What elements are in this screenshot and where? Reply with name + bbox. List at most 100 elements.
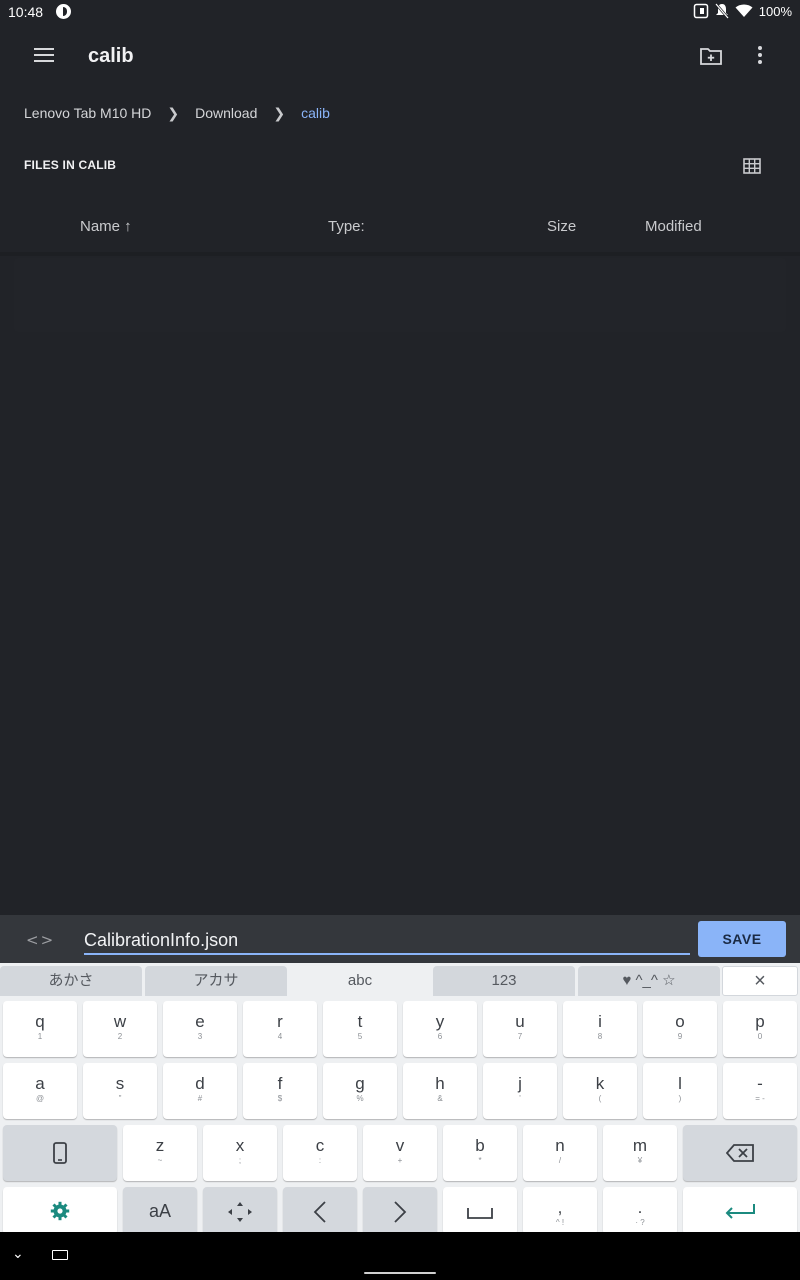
key-a[interactable]: a @ [3, 1063, 77, 1119]
key-sublabel: ) [678, 1094, 682, 1103]
case-toggle-label: aA [148, 1201, 172, 1221]
key-r[interactable]: r4 [243, 1001, 317, 1057]
key-label: g [355, 1074, 365, 1093]
column-type[interactable]: Type: [328, 218, 365, 235]
key-label: n [555, 1136, 565, 1155]
system-nav-bar: ⌄ [0, 1232, 800, 1280]
key-t[interactable]: t5 [323, 1001, 397, 1057]
column-modified[interactable]: Modified [645, 218, 702, 235]
key-sublabel: / [558, 1156, 562, 1165]
key-label: s [115, 1074, 125, 1093]
key-c[interactable]: c: [283, 1125, 357, 1181]
key-i[interactable]: i8 [563, 1001, 637, 1057]
tab-abc[interactable]: abc [290, 966, 430, 996]
breadcrumb-item-download[interactable]: Download [195, 105, 257, 121]
save-button[interactable]: SAVE [698, 921, 786, 957]
space-key-icon[interactable] [443, 1187, 517, 1235]
key-y[interactable]: y6 [403, 1001, 477, 1057]
column-name[interactable]: Name ↑ [80, 218, 132, 235]
enter-key-icon[interactable] [683, 1187, 797, 1235]
tab-numbers[interactable]: 123 [433, 966, 575, 996]
menu-icon[interactable] [34, 48, 54, 62]
key-label: i [598, 1012, 602, 1031]
key-x[interactable]: x; [203, 1125, 277, 1181]
key-l[interactable]: l) [643, 1063, 717, 1119]
key-s[interactable]: s " [83, 1063, 157, 1119]
tab-hiragana[interactable]: あかさ [0, 966, 142, 996]
period-key[interactable]: . · ? [603, 1187, 677, 1235]
column-size[interactable]: Size [547, 218, 576, 235]
key-e[interactable]: e3 [163, 1001, 237, 1057]
tab-symbols[interactable]: ♥ ^_^ ☆ [578, 966, 720, 996]
key-sublabel: 1 [37, 1032, 43, 1041]
key-label: j [518, 1074, 522, 1093]
case-toggle-key[interactable]: aA [123, 1187, 197, 1235]
key-label: t [357, 1012, 363, 1031]
key-v[interactable]: v + [363, 1125, 437, 1181]
key-h[interactable]: h & [403, 1063, 477, 1119]
key-b[interactable]: b * [443, 1125, 517, 1181]
key-o[interactable]: o9 [643, 1001, 717, 1057]
keyboard-switch-icon[interactable] [52, 1250, 68, 1260]
key-label: h [435, 1074, 445, 1093]
comma-key-label: , [557, 1198, 563, 1217]
key-f[interactable]: f $ [243, 1063, 317, 1119]
key-u[interactable]: u7 [483, 1001, 557, 1057]
key-sublabel: 3 [197, 1032, 203, 1041]
hide-keyboard-icon[interactable]: ⌄ [12, 1246, 24, 1262]
more-options-icon[interactable] [752, 46, 768, 66]
key-sublabel: 8 [597, 1032, 603, 1041]
key-w[interactable]: w2 [83, 1001, 157, 1057]
settings-key-icon[interactable] [3, 1187, 117, 1235]
soft-keyboard: あかさ アカサ abc 123 ♥ ^_^ ☆ × q1w2e3r4t5y6u7… [0, 963, 800, 1235]
tab-katakana[interactable]: アカサ [145, 966, 287, 996]
close-keyboard-icon[interactable]: × [722, 966, 798, 996]
key-sublabel: = - [755, 1094, 765, 1103]
key-z[interactable]: z ~ [123, 1125, 197, 1181]
key-label: x [235, 1136, 245, 1155]
battery-level: 100% [758, 3, 792, 19]
comma-key[interactable]: , ^ ! [523, 1187, 597, 1235]
chevron-right-icon: ❯ [167, 104, 180, 121]
key-j[interactable]: j ' [483, 1063, 557, 1119]
cursor-left-key-icon[interactable] [283, 1187, 357, 1235]
period-key-label: . [637, 1198, 643, 1217]
key-label: o [675, 1012, 685, 1031]
key-label: c [315, 1136, 325, 1155]
app-notification-icon [56, 4, 71, 19]
key-n[interactable]: n / [523, 1125, 597, 1181]
key-sublabel: 9 [677, 1032, 683, 1041]
key-k[interactable]: k( [563, 1063, 637, 1119]
breadcrumb-item-device[interactable]: Lenovo Tab M10 HD [24, 105, 151, 121]
comma-key-sub: ^ ! [555, 1218, 565, 1227]
breadcrumb-item-current[interactable]: calib [301, 105, 330, 121]
key-sublabel: & [437, 1094, 443, 1103]
key-q[interactable]: q1 [3, 1001, 77, 1057]
backspace-key-icon[interactable] [683, 1125, 797, 1181]
key-d[interactable]: d # [163, 1063, 237, 1119]
device-key-icon[interactable] [3, 1125, 117, 1181]
cursor-move-key-icon[interactable] [203, 1187, 277, 1235]
key-sublabel: ; [238, 1156, 242, 1165]
key-hyphen[interactable]: - = - [723, 1063, 797, 1119]
key-p[interactable]: p0 [723, 1001, 797, 1057]
grid-view-icon[interactable] [743, 158, 761, 174]
filename-input[interactable]: CalibrationInfo.json [84, 927, 690, 955]
key-sublabel: ~ [157, 1156, 163, 1165]
key-label: v [395, 1136, 405, 1155]
new-folder-icon[interactable] [700, 47, 722, 65]
key-sublabel: 4 [277, 1032, 283, 1041]
cursor-right-key-icon[interactable] [363, 1187, 437, 1235]
key-label: a [35, 1074, 45, 1093]
key-g[interactable]: g% [323, 1063, 397, 1119]
key-sublabel: 6 [437, 1032, 443, 1041]
key-label: p [755, 1012, 765, 1031]
key-sublabel: 7 [517, 1032, 523, 1041]
file-list-header: Name ↑ Type: Size Modified [0, 208, 800, 252]
key-m[interactable]: m ¥ [603, 1125, 677, 1181]
key-label: e [195, 1012, 205, 1031]
code-icon[interactable]: <> [26, 931, 55, 949]
key-label: l [678, 1074, 682, 1093]
key-sublabel: * [478, 1156, 482, 1165]
home-handle[interactable] [364, 1272, 436, 1274]
